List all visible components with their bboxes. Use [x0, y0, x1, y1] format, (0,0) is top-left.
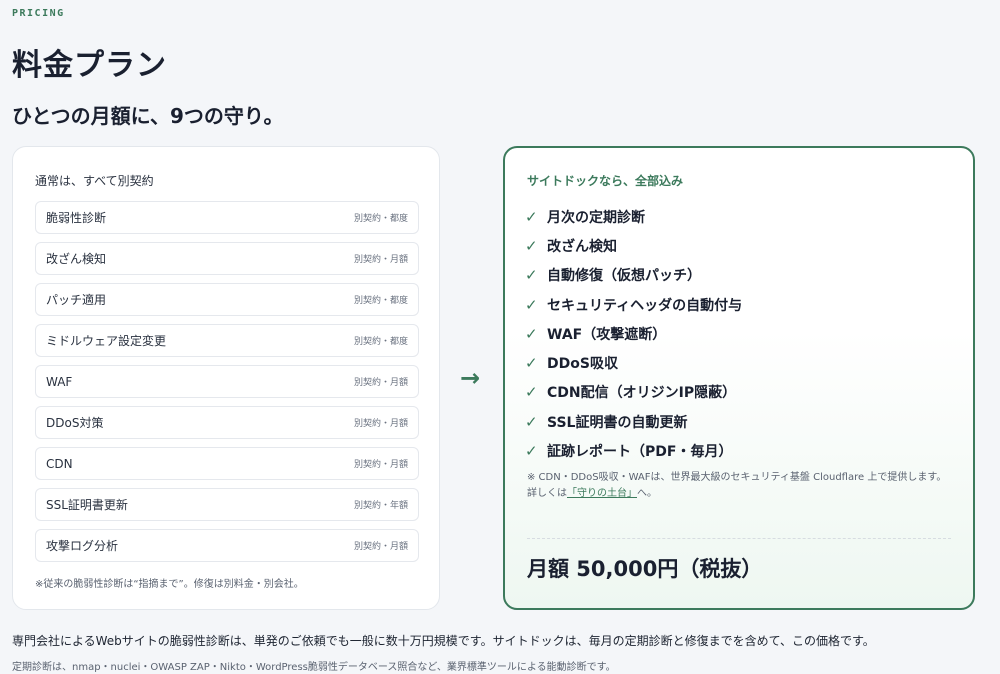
list-item: パッチ適用 別契約・都度 [35, 283, 419, 316]
list-item: DDoS対策 別契約・月額 [35, 406, 419, 439]
feature-item: ✓ DDoS吸収 [525, 348, 742, 377]
feature-label: DDoS吸収 [547, 356, 618, 373]
feature-item: ✓ 改ざん検知 [525, 231, 742, 260]
feature-label: WAF（攻撃遮断） [547, 326, 667, 343]
feature-label: 改ざん検知 [547, 238, 617, 255]
cloudflare-note: ※ CDN・DDoS吸収・WAFは、世界最大級のセキュリティ基盤 Cloudfl… [527, 470, 946, 502]
check-icon: ✓ [525, 354, 538, 373]
feature-label: 自動修復（仮想パッチ） [547, 268, 701, 285]
feature-label: 証跡レポート（PDF・毎月） [547, 444, 733, 461]
monthly-price: 月額 50,000円（税抜） [527, 557, 763, 581]
item-contract-tag: 別契約・月額 [353, 419, 408, 429]
item-contract-tag: 別契約・月額 [353, 378, 408, 388]
item-contract-tag: 別契約・年額 [353, 501, 408, 511]
feature-item: ✓ 自動修復（仮想パッチ） [525, 261, 742, 290]
details-note-line: 詳しくは「守りの土台」へ。 [527, 486, 946, 502]
item-contract-tag: 別契約・都度 [353, 296, 408, 306]
feature-label: SSL証明書の自動更新 [547, 414, 688, 431]
list-item: 改ざん検知 別契約・月額 [35, 242, 419, 275]
feature-item: ✓ WAF（攻撃遮断） [525, 319, 742, 348]
cloudflare-note-line: ※ CDN・DDoS吸収・WAFは、世界最大級のセキュリティ基盤 Cloudfl… [527, 472, 947, 483]
all-included-heading: サイトドックなら、全部込み [527, 174, 684, 188]
details-prefix: 詳しくは [527, 488, 567, 499]
item-name: WAF [46, 374, 73, 389]
feature-item: ✓ SSL証明書の自動更新 [525, 407, 742, 436]
item-name: SSL証明書更新 [46, 498, 128, 512]
list-item: WAF 別契約・月額 [35, 365, 419, 398]
feature-item: ✓ セキュリティヘッダの自動付与 [525, 290, 742, 319]
arrow-right-icon: → [460, 364, 481, 392]
item-contract-tag: 別契約・月額 [353, 255, 408, 265]
check-icon: ✓ [525, 266, 538, 285]
section-eyebrow: PRICING [12, 8, 65, 19]
separate-contracts-card: 通常は、すべて別契約 脆弱性診断 別契約・都度 改ざん検知 別契約・月額 パッチ… [12, 146, 440, 610]
check-icon: ✓ [525, 442, 538, 461]
check-icon: ✓ [525, 295, 538, 314]
check-icon: ✓ [525, 324, 538, 343]
feature-label: CDN配信（オリジンIP隠蔽） [547, 385, 737, 402]
page-subtitle: ひとつの月額に、9つの守り。 [12, 104, 284, 128]
item-name: CDN [46, 456, 73, 471]
footer-description: 専門会社によるWebサイトの脆弱性診断は、単発のご依頼でも一般に数十万円規模です… [12, 634, 875, 648]
list-item: SSL証明書更新 別契約・年額 [35, 488, 419, 521]
footer-tools-note: 定期診断は、nmap・nuclei・OWASP ZAP・Nikto・WordPr… [12, 662, 616, 673]
item-contract-tag: 別契約・月額 [353, 542, 408, 552]
item-name: ミドルウェア設定変更 [46, 334, 167, 348]
page-title: 料金プラン [12, 48, 167, 83]
feature-label: 月次の定期診断 [547, 209, 645, 226]
check-icon: ✓ [525, 236, 538, 255]
item-contract-tag: 別契約・都度 [353, 214, 408, 224]
list-item: 攻撃ログ分析 別契約・月額 [35, 529, 419, 562]
separate-contracts-heading: 通常は、すべて別契約 [35, 174, 154, 188]
list-item: CDN 別契約・月額 [35, 447, 419, 480]
item-name: 脆弱性診断 [46, 211, 107, 225]
separate-contracts-note: ※従来の脆弱性診断は“指摘まで”。修復は別料金・別会社。 [35, 579, 304, 590]
check-icon: ✓ [525, 383, 538, 402]
item-name: 改ざん検知 [46, 252, 107, 266]
price-divider [527, 538, 951, 539]
item-name: パッチ適用 [46, 293, 107, 307]
all-included-card: サイトドックなら、全部込み ✓ 月次の定期診断 ✓ 改ざん検知 ✓ 自動修復（仮… [503, 146, 975, 610]
item-contract-tag: 別契約・都度 [353, 337, 408, 347]
feature-list: ✓ 月次の定期診断 ✓ 改ざん検知 ✓ 自動修復（仮想パッチ） ✓ セキュリティ… [525, 202, 742, 466]
foundation-link[interactable]: 「守りの土台」 [567, 488, 637, 499]
check-icon: ✓ [525, 207, 538, 226]
details-suffix: へ。 [637, 488, 657, 499]
item-name: 攻撃ログ分析 [46, 539, 119, 553]
separate-contracts-list: 脆弱性診断 別契約・都度 改ざん検知 別契約・月額 パッチ適用 別契約・都度 ミ… [35, 201, 419, 570]
item-name: DDoS対策 [46, 416, 104, 430]
check-icon: ✓ [525, 412, 538, 431]
item-contract-tag: 別契約・月額 [353, 460, 408, 470]
feature-label: セキュリティヘッダの自動付与 [547, 297, 743, 314]
feature-item: ✓ 月次の定期診断 [525, 202, 742, 231]
list-item: 脆弱性診断 別契約・都度 [35, 201, 419, 234]
feature-item: ✓ 証跡レポート（PDF・毎月） [525, 436, 742, 465]
feature-item: ✓ CDN配信（オリジンIP隠蔽） [525, 378, 742, 407]
list-item: ミドルウェア設定変更 別契約・都度 [35, 324, 419, 357]
